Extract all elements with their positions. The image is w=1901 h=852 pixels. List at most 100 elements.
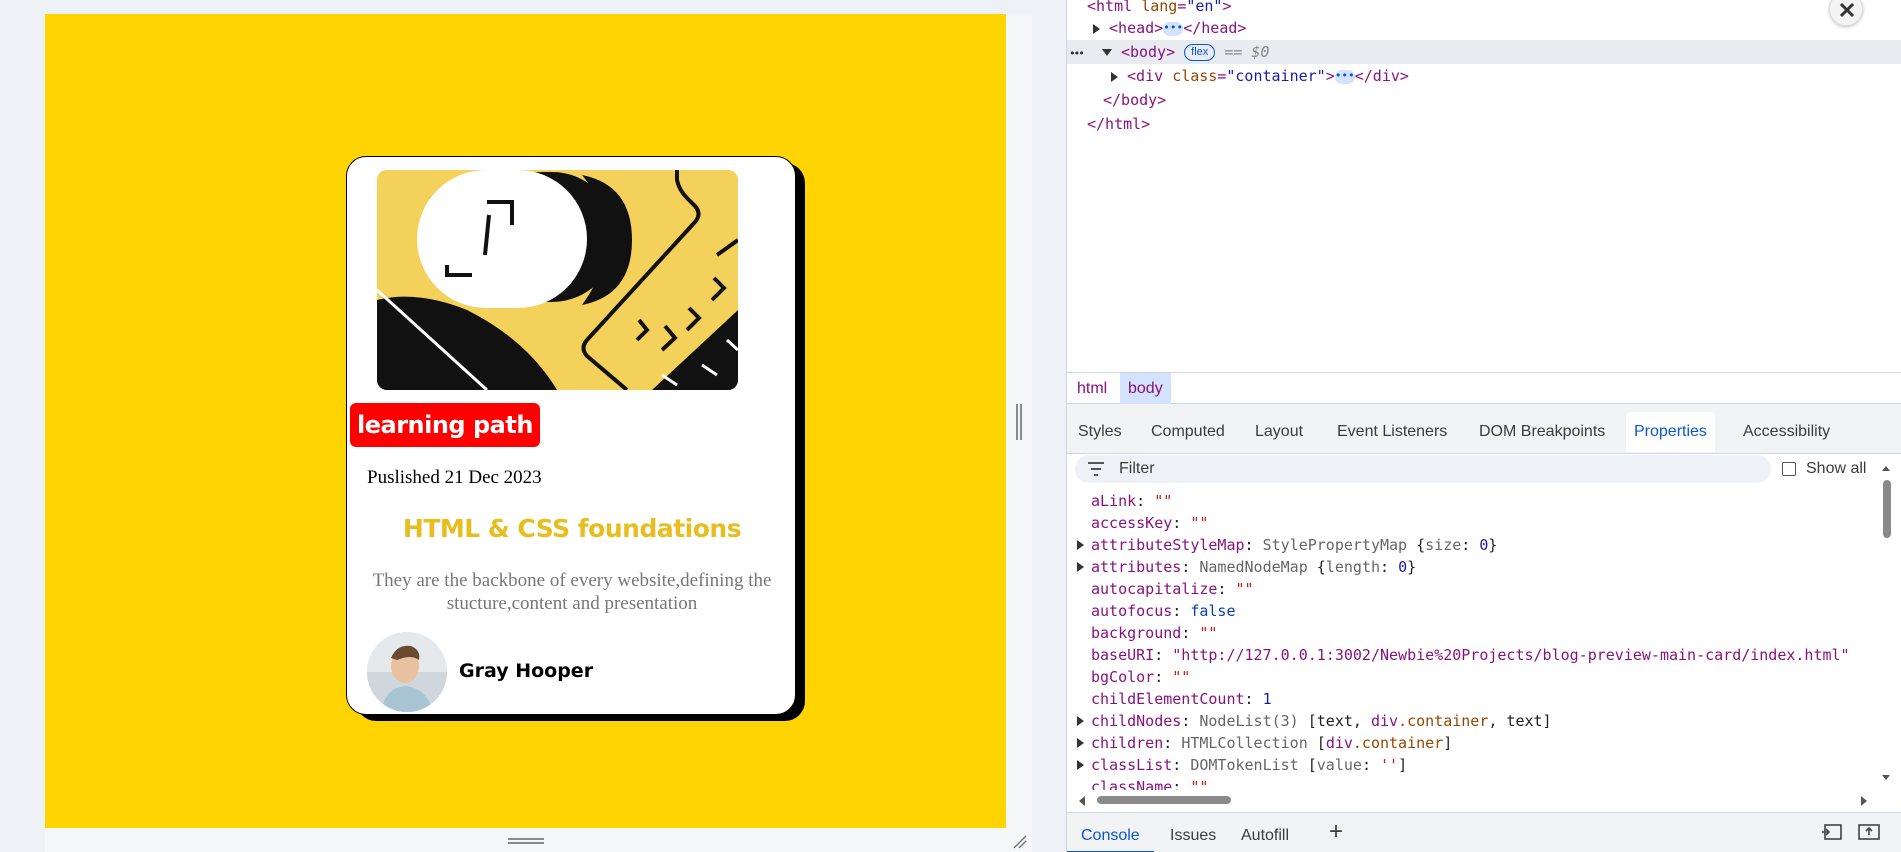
dom-body-node[interactable]: ••• <body> flex == $0: [1069, 40, 1269, 64]
property-row[interactable]: baseURI: "http://127.0.0.1:3002/Newbie%2…: [1091, 644, 1850, 666]
dom-head-close-tag: </head>: [1183, 19, 1247, 37]
dom-div-attr-name: class: [1172, 67, 1218, 85]
property-value: .container: [1352, 734, 1444, 752]
dom-div-close-tag: </div>: [1354, 67, 1409, 85]
property-value: [: [1307, 756, 1317, 774]
property-row[interactable]: background: "": [1091, 622, 1217, 644]
property-value: "": [1199, 624, 1218, 642]
property-key: childElementCount: [1091, 690, 1245, 708]
dom-div-container[interactable]: <div class="container">•••</div>: [1111, 64, 1409, 88]
property-key: baseURI: [1091, 646, 1155, 664]
property-value: NamedNodeMap: [1199, 558, 1317, 576]
property-row[interactable]: bgColor: "": [1091, 666, 1190, 688]
property-value: , text]: [1488, 712, 1552, 730]
filter-input[interactable]: Filter: [1075, 455, 1771, 483]
selected-marker: == $0: [1224, 43, 1270, 61]
property-value: {: [1416, 536, 1426, 554]
property-value: "": [1190, 514, 1209, 532]
property-row[interactable]: autofocus: false: [1091, 600, 1236, 622]
flex-badge[interactable]: flex: [1184, 44, 1216, 61]
property-row[interactable]: children: HTMLCollection [div.container]: [1077, 732, 1453, 754]
property-value: div: [1370, 712, 1399, 730]
tab-styles[interactable]: Styles: [1070, 412, 1130, 452]
dom-head-open-tag: <head>: [1109, 19, 1164, 37]
property-key: background: [1091, 624, 1182, 642]
expand-div-icon[interactable]: [1111, 71, 1118, 82]
property-value: [: [1316, 734, 1326, 752]
property-key: autocapitalize: [1091, 580, 1218, 598]
expand-head-icon[interactable]: [1093, 23, 1100, 34]
author-name: Gray Hooper: [459, 660, 594, 682]
property-value: size: [1425, 536, 1462, 554]
show-all-label: Show all: [1806, 460, 1867, 477]
breadcrumb-html[interactable]: html: [1069, 373, 1115, 404]
tab-layout[interactable]: Layout: [1247, 412, 1311, 452]
expand-property-icon[interactable]: [1077, 540, 1084, 550]
dom-div-open-end: >: [1325, 67, 1335, 85]
tab-event-listeners[interactable]: Event Listeners: [1329, 412, 1455, 452]
property-row[interactable]: className: "": [1091, 776, 1208, 790]
undock-drawer-icon[interactable]: [1821, 823, 1843, 846]
abstract-illustration-icon: [377, 170, 738, 390]
property-row[interactable]: aLink: "": [1091, 490, 1172, 512]
property-key: bgColor: [1091, 668, 1155, 686]
property-row[interactable]: attributeStyleMap: StylePropertyMap {siz…: [1077, 534, 1497, 556]
horizontal-scroll-thumb[interactable]: [1097, 796, 1231, 804]
property-value: value: [1316, 756, 1362, 774]
show-all-checkbox[interactable]: [1782, 462, 1796, 476]
breadcrumb-body[interactable]: body: [1120, 373, 1171, 404]
property-value: ]: [1443, 734, 1453, 752]
dom-body-close[interactable]: </body>: [1103, 88, 1166, 112]
dom-html-close[interactable]: </html>: [1087, 112, 1150, 136]
breadcrumb: html body: [1067, 372, 1901, 404]
property-row[interactable]: childNodes: NodeList(3) [text, div.conta…: [1077, 710, 1552, 732]
tab-autofill[interactable]: Autofill: [1227, 813, 1303, 852]
scroll-left-icon[interactable]: [1077, 794, 1087, 812]
expand-property-icon[interactable]: [1077, 738, 1084, 748]
expand-property-icon[interactable]: [1077, 562, 1084, 572]
resize-handle-horizontal[interactable]: [508, 838, 544, 844]
published-date: Puslished 21 Dec 2023: [367, 467, 542, 488]
collapse-body-icon[interactable]: [1101, 49, 1112, 56]
dom-head-node[interactable]: <head>•••</head>: [1093, 16, 1246, 40]
tab-properties[interactable]: Properties: [1626, 412, 1715, 452]
resize-corner-icon[interactable]: [1010, 832, 1028, 850]
resize-handle-vertical[interactable]: [1016, 404, 1022, 440]
dom-body-open-tag: <body>: [1120, 43, 1176, 61]
property-key: aLink: [1091, 492, 1137, 510]
tab-computed[interactable]: Computed: [1143, 412, 1233, 452]
property-value: '': [1380, 756, 1399, 774]
property-value: 1: [1262, 690, 1272, 708]
property-value: false: [1190, 602, 1236, 620]
card-title[interactable]: HTML & CSS foundations: [347, 514, 797, 543]
add-tab-button[interactable]: +: [1315, 813, 1357, 852]
tab-dom-breakpoints[interactable]: DOM Breakpoints: [1471, 412, 1613, 452]
head-ellipsis-button[interactable]: •••: [1163, 21, 1184, 36]
div-ellipsis-button[interactable]: •••: [1334, 69, 1355, 84]
tab-issues[interactable]: Issues: [1156, 813, 1230, 852]
close-icon[interactable]: [1829, 0, 1863, 26]
property-value: :: [1461, 536, 1480, 554]
property-value: "": [1154, 492, 1173, 510]
vertical-scroll-thumb[interactable]: [1883, 480, 1891, 538]
scroll-right-icon[interactable]: [1859, 794, 1869, 812]
dom-div-attr-value: "container": [1226, 67, 1326, 85]
property-value: "": [1235, 580, 1254, 598]
expand-property-icon[interactable]: [1077, 716, 1084, 726]
property-key: className: [1091, 778, 1173, 790]
property-row[interactable]: autocapitalize: "": [1091, 578, 1254, 600]
property-value: "": [1172, 668, 1191, 686]
expand-property-icon[interactable]: [1077, 760, 1084, 770]
property-row[interactable]: classList: DOMTokenList [value: '']: [1077, 754, 1407, 776]
property-key: classList: [1091, 756, 1173, 774]
tab-console[interactable]: Console: [1067, 813, 1154, 852]
property-row[interactable]: accessKey: "": [1091, 512, 1208, 534]
property-row[interactable]: childElementCount: 1: [1091, 688, 1272, 710]
drawer-tabs: Console Issues Autofill +: [1067, 812, 1901, 852]
tab-accessibility[interactable]: Accessibility: [1735, 412, 1838, 452]
filter-placeholder: Filter: [1119, 460, 1155, 477]
row-menu-icon[interactable]: •••: [1069, 47, 1085, 60]
dock-bottom-icon[interactable]: [1858, 823, 1880, 846]
property-value: length: [1325, 558, 1380, 576]
property-row[interactable]: attributes: NamedNodeMap {length: 0}: [1077, 556, 1416, 578]
